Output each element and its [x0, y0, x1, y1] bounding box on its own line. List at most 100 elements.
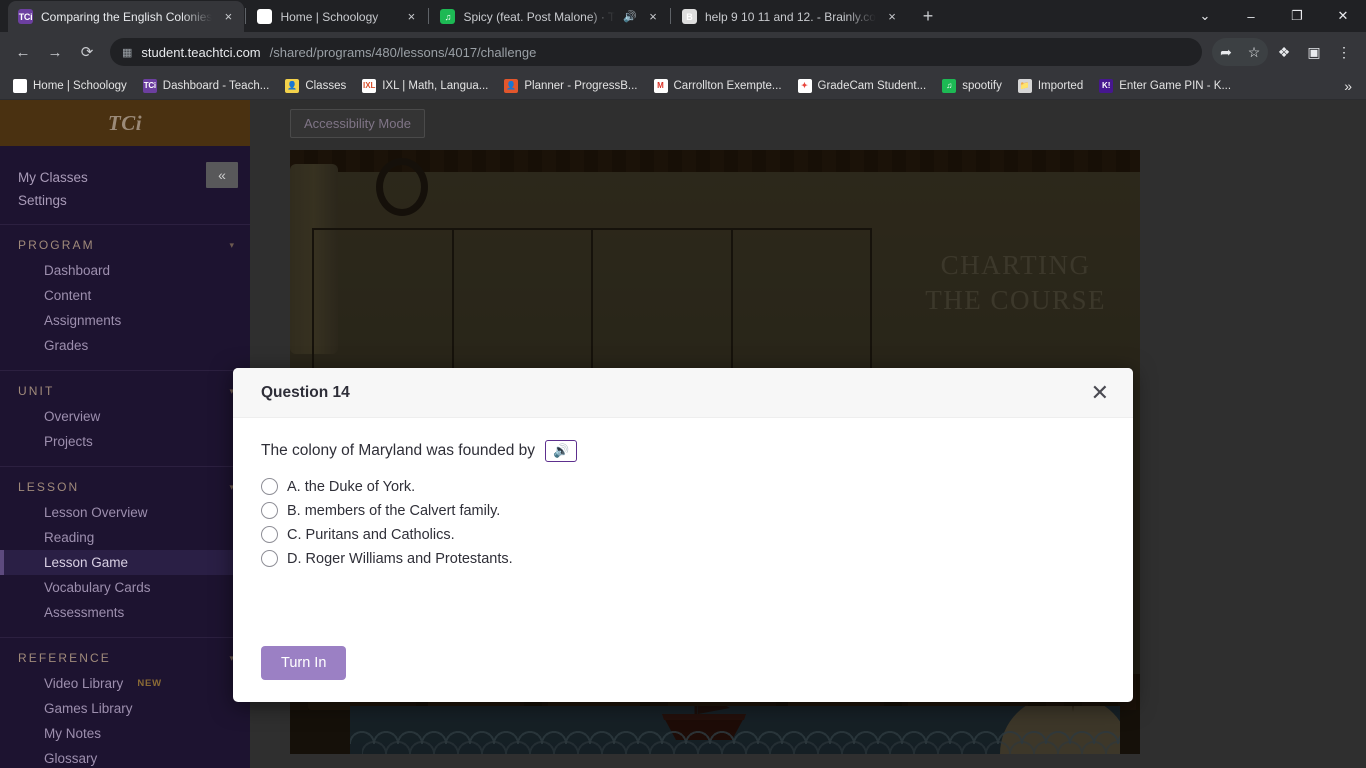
bookmark-label: Carrollton Exempte...	[673, 79, 782, 92]
new-tab-button[interactable]: +	[914, 2, 942, 30]
bookmark-label: Planner - ProgressB...	[524, 79, 638, 92]
speaker-icon[interactable]: 🔊	[545, 440, 578, 462]
bookmark-item[interactable]: K! Enter Game PIN - K...	[1092, 76, 1238, 96]
minimize-icon[interactable]: –	[1228, 0, 1274, 32]
bookmark-item[interactable]: S Home | Schoology	[6, 76, 134, 96]
radio-button[interactable]	[261, 502, 278, 519]
sidebar-group-unit[interactable]: UNIT ▾	[0, 371, 250, 404]
browser-tab-3[interactable]: ♫ Spicy (feat. Post Malone) · T 🔊 ×	[430, 1, 669, 32]
bookmark-item[interactable]: M Carrollton Exempte...	[647, 76, 789, 96]
url-path: /shared/programs/480/lessons/4017/challe…	[269, 44, 537, 60]
sidebar-item-my-notes[interactable]: My Notes	[0, 721, 250, 746]
sidebar-item-reading[interactable]: Reading	[0, 525, 250, 550]
sidebar-item-content[interactable]: Content	[0, 283, 250, 308]
answer-choice-a[interactable]: A. the Duke of York.	[261, 478, 1105, 495]
bookmark-item[interactable]: IXL IXL | Math, Langua...	[355, 76, 495, 96]
browser-tab-4[interactable]: B help 9 10 11 and 12. - Brainly.co ×	[672, 1, 908, 32]
brainly-icon: B	[681, 9, 697, 24]
ixl-icon: IXL	[362, 78, 377, 93]
sidebar-item-grades[interactable]: Grades	[0, 333, 250, 358]
bookmarks-bar: S Home | Schoology TCi Dashboard - Teach…	[0, 72, 1366, 100]
back-icon[interactable]: ←	[8, 37, 38, 67]
bookmark-item[interactable]: ♫ spootify	[935, 76, 1009, 96]
close-icon[interactable]: ×	[403, 9, 419, 25]
reload-icon[interactable]: ⟳	[72, 37, 102, 67]
extensions-puzzle-icon[interactable]: ❖	[1270, 38, 1298, 66]
browser-menu-icon[interactable]: ⋮	[1330, 38, 1358, 66]
audio-playing-icon[interactable]: 🔊	[623, 10, 637, 23]
answer-choice-b[interactable]: B. members of the Calvert family.	[261, 502, 1105, 519]
close-icon[interactable]: ×	[220, 9, 236, 25]
question-prompt: The colony of Maryland was founded by 🔊	[261, 440, 1105, 462]
close-icon[interactable]: ✕	[1085, 378, 1115, 408]
bookmark-label: IXL | Math, Langua...	[382, 79, 489, 92]
address-bar[interactable]: ▦ student.teachtci.com /shared/programs/…	[110, 38, 1202, 66]
share-icon[interactable]: ➦	[1212, 38, 1240, 66]
bookmark-label: Classes	[305, 79, 347, 92]
bookmark-item[interactable]: 📁 Imported	[1011, 76, 1090, 96]
page-info-icon[interactable]: ▦	[122, 46, 132, 59]
close-icon[interactable]: ×	[645, 9, 661, 25]
bookmark-item[interactable]: ✦ GradeCam Student...	[791, 76, 934, 96]
sidebar: TCi My Classes Settings PROGRAM ▾ Dashbo…	[0, 100, 250, 768]
radio-button[interactable]	[261, 526, 278, 543]
sidebar-item-vocabulary-cards[interactable]: Vocabulary Cards	[0, 575, 250, 600]
schoology-icon: S	[257, 9, 273, 24]
sidebar-item-assessments[interactable]: Assessments	[0, 600, 250, 625]
sidebar-item-overview[interactable]: Overview	[0, 404, 250, 429]
bookmark-item[interactable]: 👤 Planner - ProgressB...	[497, 76, 644, 96]
sidebar-item-lesson-game[interactable]: Lesson Game	[0, 550, 250, 575]
modal-footer: Turn In	[233, 646, 1133, 702]
close-icon[interactable]: ×	[884, 9, 900, 25]
radio-button[interactable]	[261, 478, 278, 495]
side-panel-icon[interactable]: ▣	[1300, 38, 1328, 66]
bookmarks-overflow-icon[interactable]: »	[1336, 78, 1360, 94]
gradecam-icon: ✦	[797, 78, 812, 93]
sidebar-brand[interactable]: TCi	[0, 100, 250, 146]
bookmark-item[interactable]: 👤 Classes	[278, 76, 353, 96]
radio-button[interactable]	[261, 550, 278, 567]
browser-tab-1[interactable]: TCi Comparing the English Colonies ×	[8, 1, 245, 32]
bookmark-label: Imported	[1037, 79, 1084, 92]
sidebar-group-lesson[interactable]: LESSON ▾	[0, 467, 250, 500]
sidebar-group-label: PROGRAM	[18, 238, 95, 252]
answer-choice-label: D. Roger Williams and Protestants.	[287, 550, 513, 567]
folder-icon: 📁	[1017, 78, 1032, 93]
sidebar-item-glossary[interactable]: Glossary	[0, 746, 250, 768]
sidebar-item-projects[interactable]: Projects	[0, 429, 250, 454]
sidebar-item-label: Video Library	[44, 676, 124, 691]
sidebar-item-settings[interactable]: Settings	[0, 189, 250, 212]
toolbar-icons: ➦ ☆ ❖ ▣ ⋮	[1212, 38, 1358, 66]
planner-icon: 👤	[504, 78, 519, 93]
classes-icon: 👤	[285, 78, 300, 93]
bookmark-label: GradeCam Student...	[817, 79, 927, 92]
sidebar-collapse-icon[interactable]: «	[206, 162, 238, 188]
tci-icon: TCi	[18, 9, 33, 24]
bookmark-star-icon[interactable]: ☆	[1240, 38, 1268, 66]
tab-search-icon[interactable]: ⌄	[1182, 0, 1228, 32]
turn-in-button[interactable]: Turn In	[261, 646, 347, 680]
answer-choice-d[interactable]: D. Roger Williams and Protestants.	[261, 550, 1105, 567]
sidebar-item-dashboard[interactable]: Dashboard	[0, 258, 250, 283]
chevron-down-icon[interactable]: ▾	[229, 240, 234, 251]
browser-tab-2[interactable]: S Home | Schoology ×	[247, 1, 427, 32]
forward-icon[interactable]: →	[40, 37, 70, 67]
sidebar-item-lesson-overview[interactable]: Lesson Overview	[0, 500, 250, 525]
tab-divider	[245, 8, 247, 24]
maximize-icon[interactable]: ❐	[1274, 0, 1320, 32]
tab-strip: TCi Comparing the English Colonies × S H…	[0, 0, 1366, 32]
answer-choice-c[interactable]: C. Puritans and Catholics.	[261, 526, 1105, 543]
window-close-icon[interactable]: ✕	[1320, 0, 1366, 32]
url-host: student.teachtci.com	[141, 44, 261, 60]
modal-body: The colony of Maryland was founded by 🔊 …	[233, 418, 1133, 646]
sidebar-item-games-library[interactable]: Games Library	[0, 696, 250, 721]
sidebar-group-reference[interactable]: REFERENCE ▾	[0, 638, 250, 671]
sidebar-item-assignments[interactable]: Assignments	[0, 308, 250, 333]
tci-icon: TCi	[142, 78, 157, 93]
sidebar-group-label: UNIT	[18, 384, 55, 398]
bookmark-item[interactable]: TCi Dashboard - Teach...	[136, 76, 277, 96]
tci-logo: TCi	[107, 110, 143, 135]
tab-title: Home | Schoology	[280, 9, 379, 24]
sidebar-group-program[interactable]: PROGRAM ▾	[0, 225, 250, 258]
sidebar-item-video-library[interactable]: Video Library NEW	[0, 671, 250, 696]
